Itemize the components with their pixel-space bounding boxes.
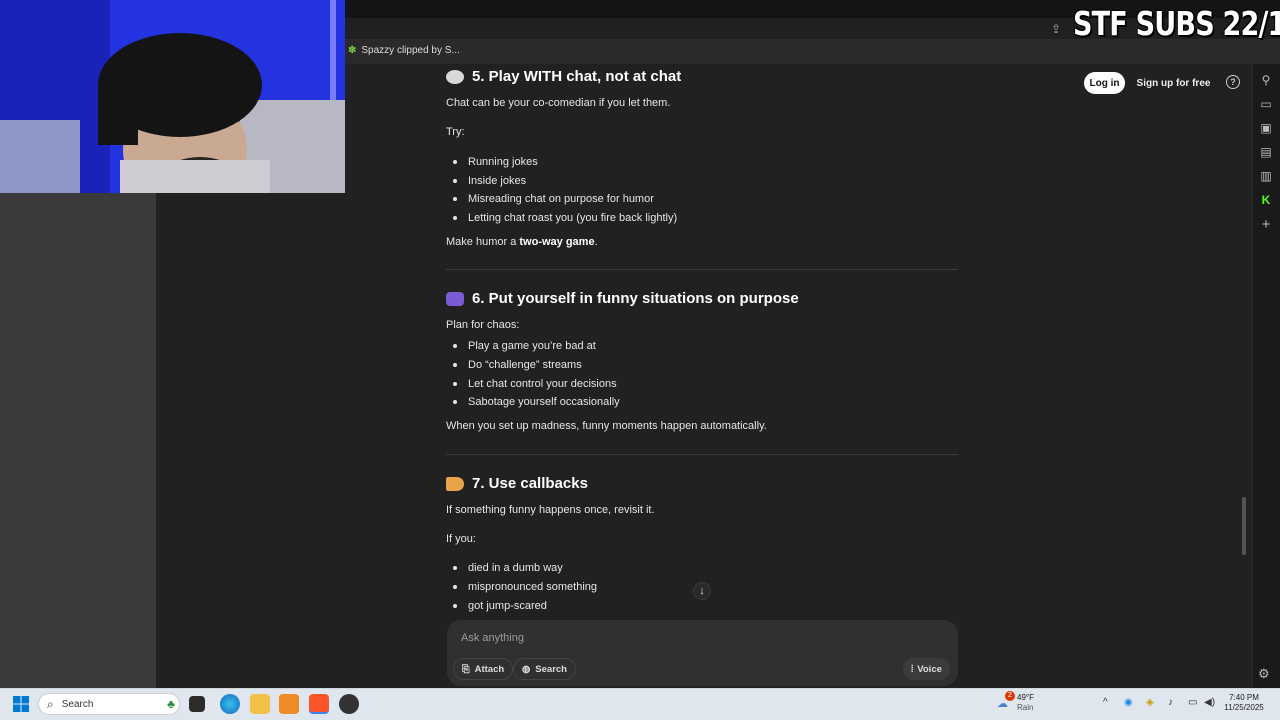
network-icon[interactable]: ▭ (1188, 697, 1197, 708)
section-heading: 5. Play WITH chat, not at chat (446, 69, 681, 84)
globe-icon: ◍ (522, 663, 531, 675)
scrollbar-thumb[interactable] (1242, 497, 1246, 555)
weather-widget[interactable]: 2 ☁ 49°F Rain (997, 691, 1034, 713)
search-button[interactable]: ◍ Search (513, 658, 576, 680)
volume-icon[interactable]: ◀) (1204, 697, 1215, 708)
video-icon[interactable]: ▭ (1258, 96, 1274, 112)
task-view-icon[interactable] (189, 696, 205, 712)
list-item: mispronounced something (452, 581, 598, 593)
microphone-icon[interactable]: ♪ (1168, 697, 1173, 708)
add-icon[interactable]: + (1258, 216, 1274, 233)
horn-icon (446, 477, 464, 491)
divider (446, 269, 958, 270)
streamer-image (0, 0, 345, 193)
game-controller-icon (446, 292, 464, 306)
chat-response: 5. Play WITH chat, not at chat Chat can … (446, 64, 966, 624)
speech-bubble-icon (446, 70, 464, 84)
app-icon[interactable] (279, 694, 299, 714)
list-item: Let chat control your decisions (453, 378, 617, 390)
list-item: Running jokes (453, 156, 538, 168)
tab-title: Spazzy clipped by S... (361, 45, 460, 56)
weather-temp: 49°F (1017, 693, 1034, 702)
tab-row (345, 40, 1280, 64)
section-heading: 6. Put yourself in funny situations on p… (446, 291, 799, 306)
holiday-tree-icon: ♣ (167, 697, 175, 711)
kick-icon[interactable]: K (1258, 192, 1274, 208)
clock[interactable]: 7:40 PM 11/25/2025 (1220, 693, 1268, 713)
paragraph: Make humor a two-way game. (446, 236, 598, 248)
webcam-feed (0, 0, 345, 193)
signup-button[interactable]: Sign up for free (1133, 72, 1214, 94)
weather-desc: Rain (1017, 703, 1034, 712)
paragraph: Try: (446, 126, 465, 138)
stream-overlay-text: STF SUBS 22/10 (1073, 4, 1280, 43)
list-item: Letting chat roast you (you fire back li… (452, 212, 678, 224)
clip-icon: ✽ (348, 45, 357, 56)
file-explorer-icon[interactable] (250, 694, 270, 714)
search-icon: ⌕ (47, 696, 54, 711)
brave-icon[interactable] (309, 694, 329, 714)
list-item: Do “challenge” streams (453, 359, 582, 371)
divider (446, 454, 958, 455)
paragraph: Plan for chaos: (446, 319, 520, 331)
chevron-up-icon[interactable]: ^ (1103, 697, 1108, 708)
attach-button[interactable]: ⎘ Attach (453, 658, 514, 680)
reading-list-icon[interactable]: ▥ (1258, 168, 1274, 184)
browser-tab[interactable]: ✽ Spazzy clipped by S... (348, 45, 460, 56)
paragraph: If you: (446, 533, 476, 545)
voice-button[interactable]: ⦙ Voice (903, 658, 950, 680)
help-icon[interactable]: ? (1226, 75, 1240, 89)
left-gutter (0, 192, 156, 688)
tray-app-icon[interactable]: ◈ (1146, 697, 1154, 708)
waveform-icon: ⦙ (911, 663, 914, 675)
share-icon[interactable]: ⇪ (1051, 22, 1061, 36)
windows-start-icon[interactable] (13, 696, 29, 712)
ask-input[interactable]: Ask anything (461, 632, 524, 644)
edge-icon[interactable] (220, 694, 240, 714)
bookmark-icon[interactable]: ▤ (1258, 144, 1274, 160)
taskbar-search[interactable]: ⌕ Search ♣ (38, 693, 180, 715)
settings-gear-icon[interactable]: ⚙ (1258, 666, 1270, 682)
list-item: Play a game you’re bad at (453, 340, 596, 352)
cloud-rain-icon: ☁ (997, 698, 1008, 710)
list-item: Sabotage yourself occasionally (453, 396, 620, 408)
login-button[interactable]: Log in (1084, 72, 1125, 94)
wallet-icon[interactable]: ▣ (1258, 120, 1274, 136)
list-item: got jump-scared (453, 600, 547, 612)
paragraph: When you set up madness, funny moments h… (446, 420, 767, 432)
pin-icon[interactable]: ⚲ (1258, 72, 1274, 88)
list-item: Inside jokes (452, 175, 527, 187)
section-heading: 7. Use callbacks (446, 476, 588, 491)
paragraph: Chat can be your co-comedian if you let … (446, 97, 671, 109)
paragraph: If something funny happens once, revisit… (446, 504, 655, 516)
scroll-down-button[interactable]: ↓ (693, 582, 711, 600)
list-item: died in a dumb way (453, 562, 563, 574)
obs-icon[interactable] (339, 694, 359, 714)
tray-app-icon[interactable]: ◉ (1124, 697, 1133, 708)
paperclip-icon: ⎘ (462, 663, 470, 675)
list-item: Misreading chat on purpose for humor (453, 193, 654, 205)
